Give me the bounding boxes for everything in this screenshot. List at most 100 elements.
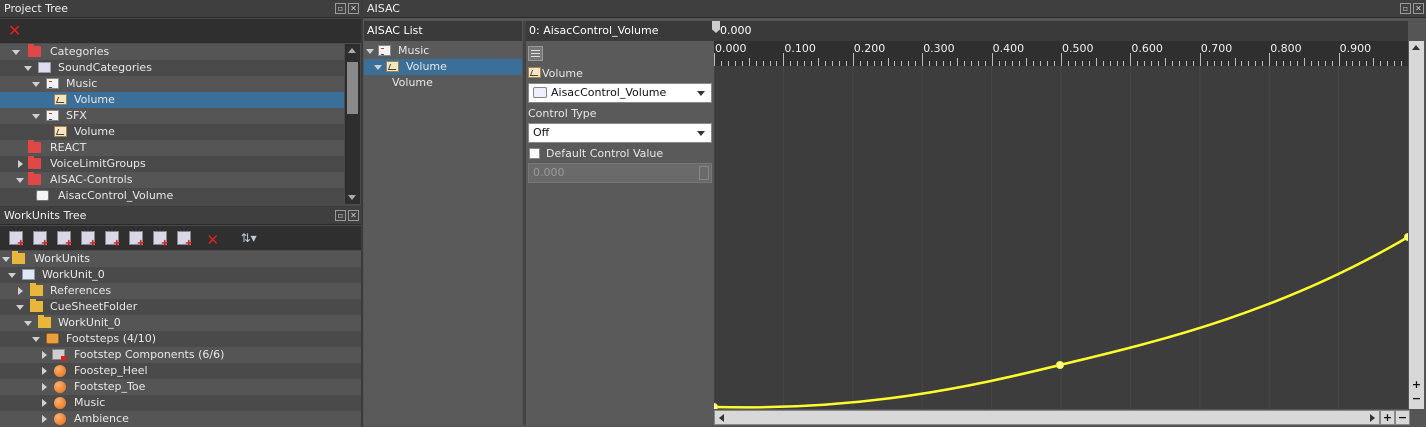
expand-arrow-icon[interactable] xyxy=(16,178,24,183)
add-folder-icon[interactable] xyxy=(153,231,169,249)
graph-vscroll[interactable] xyxy=(1409,41,1424,409)
zoom-in-v-button[interactable]: + xyxy=(1409,378,1424,392)
tree-item-workunits[interactable]: WorkUnits xyxy=(0,251,361,267)
expand-arrow-icon[interactable] xyxy=(32,337,40,342)
tree-item-footsteps[interactable]: Footsteps (4/10) xyxy=(0,331,361,347)
expand-arrow-icon[interactable] xyxy=(374,65,382,70)
expand-arrow-icon[interactable] xyxy=(32,82,40,87)
aisac-control-icon xyxy=(533,87,547,98)
tree-item-aisac-controls[interactable]: AISAC-Controls xyxy=(0,172,344,188)
add-track-icon[interactable] xyxy=(33,231,49,249)
tree-item-sfx[interactable]: SFX xyxy=(0,108,344,124)
tree-item-workunit-0-sub[interactable]: WorkUnit_0 xyxy=(0,315,361,331)
aisac-graph-icon xyxy=(54,126,67,137)
ruler-minor-tick xyxy=(818,58,820,66)
tree-item-music-cue[interactable]: Music xyxy=(0,395,361,411)
curve-point-mid[interactable] xyxy=(1056,361,1064,369)
aisac-curve-graph[interactable] xyxy=(714,66,1408,409)
aisac-control-dropdown[interactable]: AisacControl_Volume xyxy=(528,83,712,103)
tree-item-references[interactable]: References xyxy=(0,283,361,299)
close-pane-icon[interactable]: ✕ xyxy=(348,3,359,14)
float-pane-icon[interactable]: ▫ xyxy=(1400,3,1411,14)
curve-point-end[interactable] xyxy=(1404,233,1409,241)
tree-item-categories[interactable]: Categories xyxy=(0,44,344,60)
aisac-list-item-volume-graph[interactable]: Volume xyxy=(364,75,522,91)
delete-icon[interactable]: ✕ xyxy=(8,21,21,40)
ruler-minor-tick xyxy=(748,58,750,66)
collapse-arrow-icon[interactable] xyxy=(42,415,47,423)
collapse-arrow-icon[interactable] xyxy=(18,287,23,295)
tree-item-footstep-toe[interactable]: Footstep_Toe xyxy=(0,379,361,395)
aisac-list-item-volume[interactable]: Volume xyxy=(364,59,522,75)
add-aisac-icon[interactable] xyxy=(129,231,145,249)
close-pane-icon[interactable]: ✕ xyxy=(1413,3,1424,14)
tree-item-soundcategories[interactable]: SoundCategories xyxy=(0,60,344,76)
tree-item-music-volume[interactable]: Volume xyxy=(0,92,344,108)
ruler-tick xyxy=(1130,53,1132,66)
folder-icon xyxy=(28,140,41,153)
category-group-icon xyxy=(38,62,51,73)
ruler-tick-label: 0.200 xyxy=(853,42,886,55)
graph-hscroll[interactable] xyxy=(714,410,1380,425)
tree-item-footstep-components[interactable]: Footstep Components (6/6) xyxy=(0,347,361,363)
spin-button[interactable] xyxy=(699,166,709,180)
collapse-arrow-icon[interactable] xyxy=(42,399,47,407)
zoom-in-h-button[interactable]: + xyxy=(1380,410,1395,425)
aisac-graph-icon xyxy=(54,94,67,105)
collapse-arrow-icon[interactable] xyxy=(42,367,47,375)
add-sequence-icon[interactable] xyxy=(177,231,193,249)
tree-item-music[interactable]: Music xyxy=(0,76,344,92)
expand-arrow-icon[interactable] xyxy=(8,273,16,278)
collapse-arrow-icon[interactable] xyxy=(42,351,47,359)
tree-item-foostep-heel[interactable]: Foostep_Heel xyxy=(0,363,361,379)
float-pane-icon[interactable]: ▫ xyxy=(335,210,346,221)
ruler-tick-label: 0.000 xyxy=(715,42,747,55)
ruler-tick-label: 0.100 xyxy=(784,42,816,55)
ruler-tick xyxy=(852,53,854,66)
tree-item-react[interactable]: REACT xyxy=(0,140,344,156)
tree-item-voicelimitgroups[interactable]: VoiceLimitGroups xyxy=(0,156,344,172)
ruler-tick xyxy=(1199,53,1201,66)
add-cuesheet-icon[interactable] xyxy=(9,231,25,249)
tree-item-sfx-volume[interactable]: Volume xyxy=(0,124,344,140)
tree-item-workunit-0[interactable]: WorkUnit_0 xyxy=(0,267,361,283)
add-material-icon[interactable] xyxy=(105,231,121,249)
aisac-list-item-music[interactable]: Music xyxy=(364,43,522,59)
tree-item-aisaccontrol-volume[interactable]: AisacControl_Volume xyxy=(0,188,344,204)
workunits-tree-title: WorkUnits Tree ▫ ✕ xyxy=(0,207,361,225)
project-tree-list: Categories SoundCategories Music Volume … xyxy=(0,44,344,204)
add-synth-icon[interactable] xyxy=(81,231,97,249)
tree-item-cuesheetfolder[interactable]: CueSheetFolder xyxy=(0,299,361,315)
cue-icon xyxy=(54,413,66,425)
expand-arrow-icon[interactable] xyxy=(32,114,40,119)
default-control-value-input[interactable]: 0.000 xyxy=(528,163,712,183)
zoom-out-v-button[interactable]: − xyxy=(1409,393,1424,407)
workunits-toolbar: ✕ ⇅▾ xyxy=(0,226,361,250)
ruler-minor-tick xyxy=(1095,58,1097,66)
expand-arrow-icon[interactable] xyxy=(12,50,20,55)
ruler-tick xyxy=(922,53,924,66)
folder-icon xyxy=(28,172,41,185)
zoom-out-h-button[interactable]: − xyxy=(1395,410,1410,425)
sort-icon[interactable]: ⇅▾ xyxy=(241,231,257,245)
folder-icon xyxy=(38,315,51,328)
close-pane-icon[interactable]: ✕ xyxy=(348,210,359,221)
default-control-checkbox[interactable] xyxy=(529,148,540,159)
project-tree-scrollbar[interactable] xyxy=(345,44,360,204)
ruler-tick xyxy=(714,53,715,66)
playhead-icon[interactable] xyxy=(712,21,720,33)
add-cue-icon[interactable] xyxy=(57,231,73,249)
collapse-arrow-icon[interactable] xyxy=(18,160,23,168)
float-pane-icon[interactable]: ▫ xyxy=(335,3,346,14)
expand-arrow-icon[interactable] xyxy=(2,257,10,262)
project-tree-panel: Project Tree ▫ ✕ ✕ Categories SoundCatego… xyxy=(0,0,361,206)
tree-item-ambience[interactable]: Ambience xyxy=(0,411,361,427)
delete-icon[interactable]: ✕ xyxy=(207,231,220,249)
collapse-arrow-icon[interactable] xyxy=(42,383,47,391)
expand-arrow-icon[interactable] xyxy=(16,305,24,310)
grid-view-icon[interactable] xyxy=(528,46,543,61)
expand-arrow-icon[interactable] xyxy=(24,321,32,326)
expand-arrow-icon[interactable] xyxy=(24,66,32,71)
control-type-dropdown[interactable]: Off xyxy=(528,123,712,143)
expand-arrow-icon[interactable] xyxy=(366,49,374,54)
